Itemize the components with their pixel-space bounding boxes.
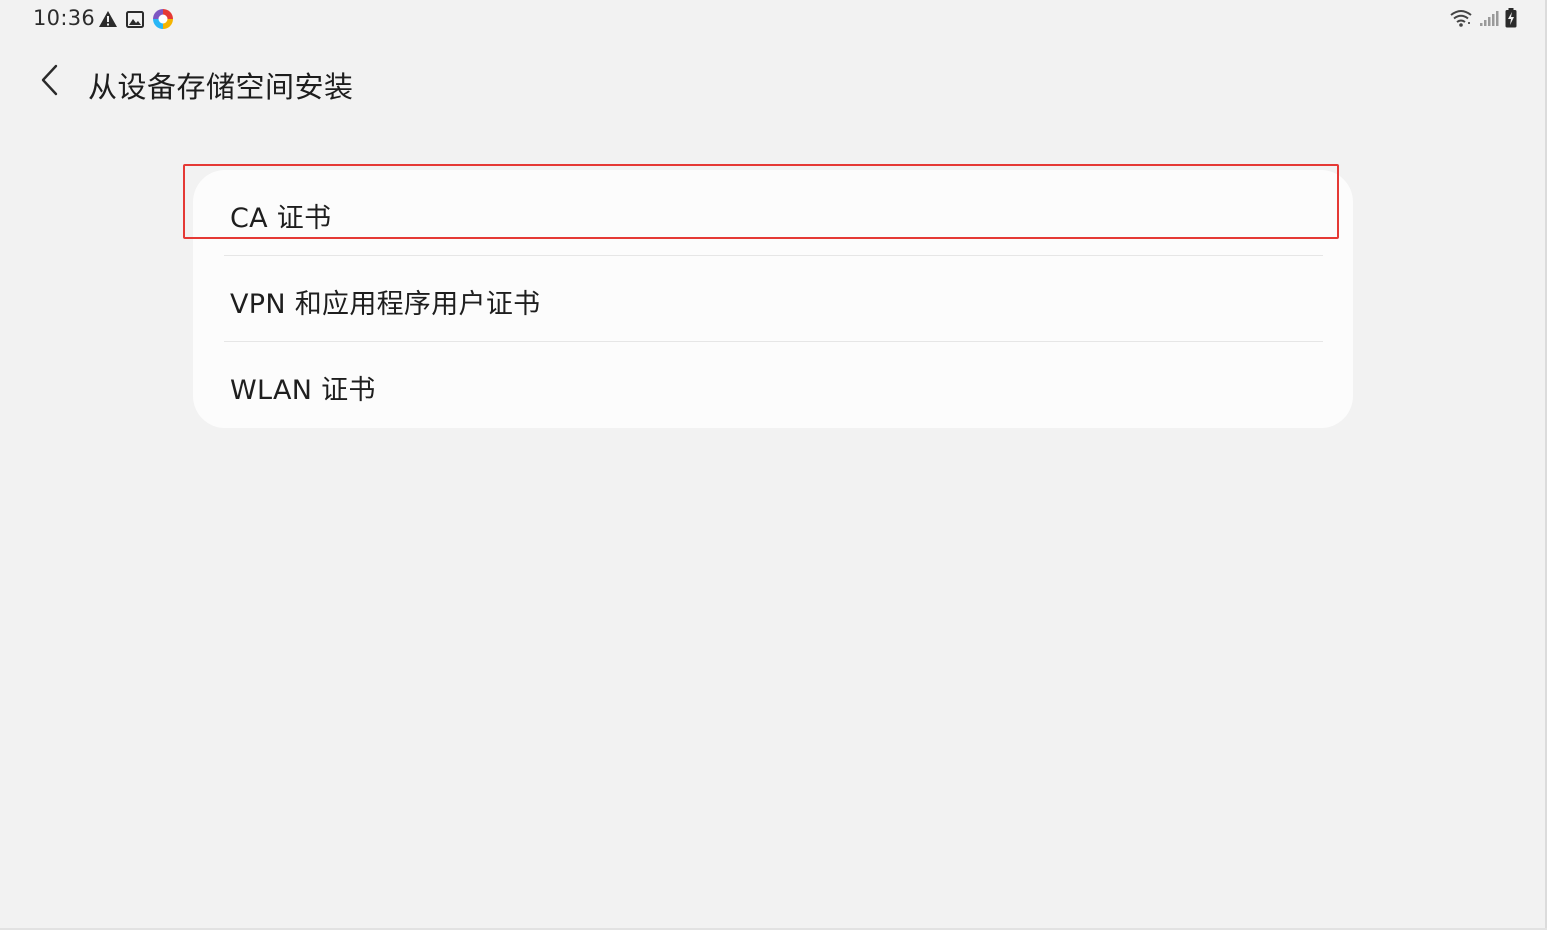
image-icon (126, 10, 144, 32)
app-badge-icon (152, 8, 174, 34)
list-item-ca-certificate[interactable]: CA 证书 (193, 170, 1353, 256)
status-bar: 10:36 (0, 0, 1547, 40)
list-item-wlan-certificate[interactable]: WLAN 证书 (193, 342, 1353, 428)
signal-icon (1479, 9, 1499, 31)
status-notification-icons (98, 8, 174, 34)
page-title: 从设备存储空间安装 (88, 70, 354, 104)
back-button[interactable] (28, 60, 72, 104)
chevron-left-icon (39, 63, 61, 101)
list-item-vpn-user-certificate[interactable]: VPN 和应用程序用户证书 (193, 256, 1353, 342)
warning-icon (98, 10, 118, 32)
status-time: 10:36 (33, 6, 96, 30)
list-item-label: WLAN 证书 (230, 375, 376, 406)
wifi-icon (1449, 8, 1473, 32)
battery-charging-icon (1505, 8, 1517, 32)
status-system-icons (1449, 8, 1517, 32)
list-item-label: CA 证书 (230, 203, 332, 234)
list-item-label: VPN 和应用程序用户证书 (230, 289, 541, 320)
settings-screen: 10:36 从设备存储空间安装 CA 证书 VPN 和应用程序用户证书 WLAN… (0, 0, 1547, 930)
app-bar: 从设备存储空间安装 (0, 52, 1547, 112)
certificate-type-list: CA 证书 VPN 和应用程序用户证书 WLAN 证书 (193, 170, 1353, 428)
